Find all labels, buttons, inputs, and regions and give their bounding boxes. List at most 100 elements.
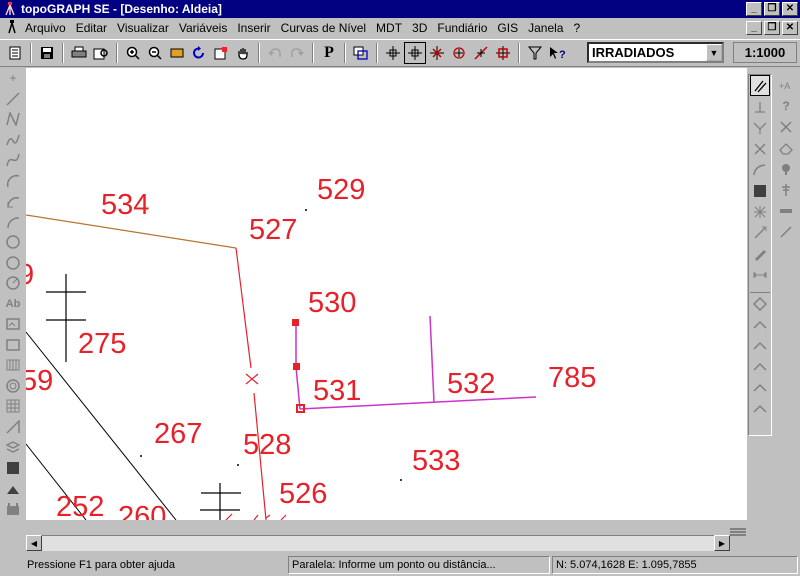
fillet-tool-icon[interactable]	[750, 159, 770, 180]
mdi-restore-button[interactable]: ❐	[764, 21, 780, 35]
menu-fundiario[interactable]: Fundiário	[432, 21, 492, 35]
target-tool-icon[interactable]	[2, 376, 24, 397]
menu-inserir[interactable]: Inserir	[232, 21, 275, 35]
stretch-tool-icon[interactable]	[750, 222, 770, 243]
grid-tool-icon[interactable]	[2, 396, 24, 417]
drawing-canvas[interactable]: 534 529 527 530 275 531 532 785 267 528 …	[26, 68, 747, 520]
menu-arquivo[interactable]: Arquivo	[20, 21, 71, 35]
point-label: 59	[26, 365, 53, 397]
freehand-tool-icon[interactable]	[2, 130, 24, 151]
chevron-up-icon[interactable]	[750, 398, 770, 419]
scroll-left-button[interactable]: ◀	[26, 535, 42, 551]
menu-variaveis[interactable]: Variáveis	[174, 21, 232, 35]
stamp-tool-icon[interactable]	[2, 499, 24, 520]
point-label: 267	[154, 418, 202, 450]
menu-visualizar[interactable]: Visualizar	[112, 21, 174, 35]
mdi-close-button[interactable]: ✕	[782, 21, 798, 35]
symbol-tools-column: +A ?	[774, 74, 798, 254]
filter-icon[interactable]	[524, 42, 546, 64]
spline-tool-icon[interactable]	[2, 150, 24, 171]
redraw-icon[interactable]	[188, 42, 210, 64]
close-button[interactable]: ✕	[782, 2, 798, 16]
snap-nearest-icon[interactable]	[448, 42, 470, 64]
trim-tool-icon[interactable]	[750, 138, 770, 159]
eraser-icon[interactable]	[776, 137, 796, 158]
zoom-in-icon[interactable]	[122, 42, 144, 64]
polyline-tool-icon[interactable]	[2, 109, 24, 130]
text-style-icon[interactable]: +A	[776, 74, 796, 95]
delete-icon[interactable]	[776, 116, 796, 137]
scroll-track[interactable]	[26, 535, 730, 551]
pencil-tool-icon[interactable]	[750, 243, 770, 264]
mdi-minimize-button[interactable]: _	[746, 21, 762, 35]
redo-icon[interactable]	[286, 42, 308, 64]
print-icon[interactable]	[68, 42, 90, 64]
chevron-up-icon[interactable]	[750, 356, 770, 377]
pan-icon[interactable]	[232, 42, 254, 64]
menu-editar[interactable]: Editar	[71, 21, 112, 35]
menu-curvas-de-nivel[interactable]: Curvas de Nível	[276, 21, 371, 35]
restore-button[interactable]: ❐	[764, 2, 780, 16]
explode-tool-icon[interactable]	[750, 201, 770, 222]
menu-janela[interactable]: Janela	[523, 21, 568, 35]
move-tool-icon[interactable]	[2, 478, 24, 499]
overlap-icon[interactable]	[350, 42, 372, 64]
question-icon[interactable]: ?	[776, 95, 796, 116]
fill-tool-icon[interactable]	[750, 180, 770, 201]
menu-help[interactable]: ?	[568, 21, 585, 35]
image-tool-icon[interactable]	[2, 314, 24, 335]
hatch-tool-icon[interactable]	[2, 355, 24, 376]
snap-endpoint-icon[interactable]	[382, 42, 404, 64]
block-tool-icon[interactable]	[2, 458, 24, 479]
chevron-up-icon[interactable]	[750, 335, 770, 356]
diamond-tool-icon[interactable]	[750, 293, 770, 314]
snap-intersection-icon[interactable]	[426, 42, 448, 64]
slash-icon[interactable]	[776, 221, 796, 242]
properties-icon[interactable]: P	[318, 42, 340, 64]
menu-mdt[interactable]: MDT	[371, 21, 407, 35]
scroll-right-button[interactable]: ▶	[714, 535, 730, 551]
zoom-window-icon[interactable]	[166, 42, 188, 64]
offset-tool-icon[interactable]	[750, 96, 770, 117]
zoom-out-icon[interactable]	[144, 42, 166, 64]
horizontal-scrollbar[interactable]: ◀ ▶	[26, 527, 746, 551]
menu-3d[interactable]: 3D	[407, 21, 432, 35]
triangle-tool-icon[interactable]	[2, 417, 24, 438]
bar-icon[interactable]	[776, 200, 796, 221]
partial-label-mark	[225, 513, 287, 520]
layer-select[interactable]: IRRADIADOS ▼	[587, 42, 724, 63]
zoom-extent-icon[interactable]	[210, 42, 232, 64]
line-tool-icon[interactable]	[2, 89, 24, 110]
chevron-down-icon[interactable]: ▼	[706, 44, 722, 61]
circle-tool-icon[interactable]	[2, 232, 24, 253]
tree-icon[interactable]	[776, 158, 796, 179]
layer-tool-icon[interactable]	[2, 437, 24, 458]
app-icon[interactable]	[2, 1, 18, 17]
ellipse-tool-icon[interactable]	[2, 253, 24, 274]
measure-tool-icon[interactable]	[750, 264, 770, 285]
snap-center-icon[interactable]	[404, 42, 426, 64]
parallel-tool-icon[interactable]	[750, 75, 770, 96]
pole-icon[interactable]	[776, 179, 796, 200]
chevron-up-icon[interactable]	[750, 314, 770, 335]
extend-tool-icon[interactable]	[750, 117, 770, 138]
list-icon[interactable]	[4, 42, 26, 64]
undo-icon[interactable]	[264, 42, 286, 64]
snap-midpoint-icon[interactable]	[492, 42, 514, 64]
circle-diam-tool-icon[interactable]	[2, 273, 24, 294]
print-preview-icon[interactable]	[90, 42, 112, 64]
rectangle-tool-icon[interactable]	[2, 335, 24, 356]
point-tool-icon[interactable]: +	[2, 68, 24, 89]
document-icon[interactable]	[4, 19, 20, 37]
save-icon[interactable]	[36, 42, 58, 64]
menu-gis[interactable]: GIS	[492, 21, 523, 35]
arc-tool-icon[interactable]	[2, 191, 24, 212]
arc-center-tool-icon[interactable]	[2, 212, 24, 233]
scale-indicator[interactable]: 1:1000	[733, 42, 797, 63]
chevron-up-icon[interactable]	[750, 377, 770, 398]
minimize-button[interactable]: _	[746, 2, 762, 16]
arc3-tool-icon[interactable]	[2, 171, 24, 192]
text-tool-icon[interactable]: Ab	[2, 294, 24, 315]
help-pointer-icon[interactable]: ?	[546, 42, 568, 64]
snap-perpendicular-icon[interactable]	[470, 42, 492, 64]
